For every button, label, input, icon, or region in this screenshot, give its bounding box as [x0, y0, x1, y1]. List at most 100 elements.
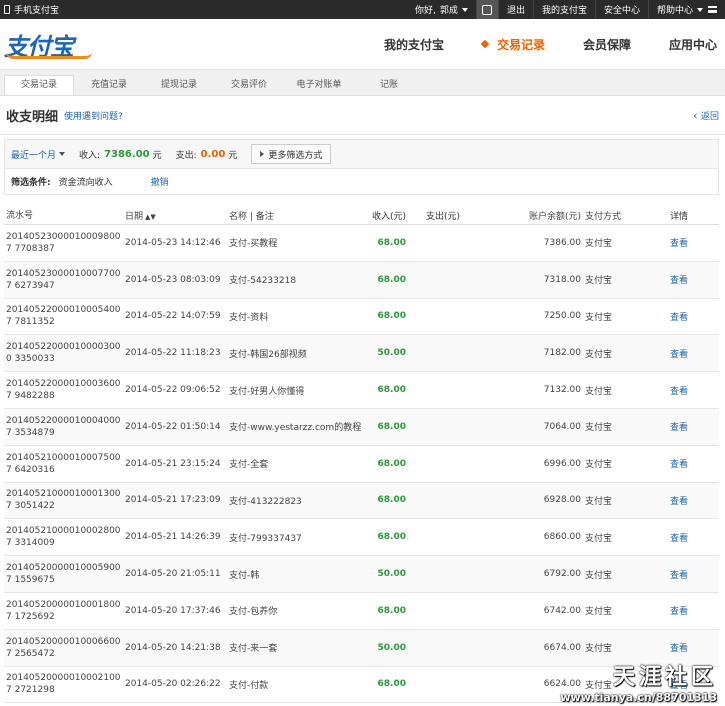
header-income: 收入(元) [371, 212, 406, 222]
back-link[interactable]: 返回 [693, 109, 719, 122]
transactions-table: 流水号 日期 ▲▼ 名称 | 备注 收入(元) 支出(元) 账户余额(元) 支付方… [4, 207, 719, 704]
help-center-label: 帮助中心 [656, 6, 693, 16]
cell-income: 68.00 [377, 421, 406, 432]
cell-date: 2014-05-23 14:12:46 [125, 237, 221, 248]
view-detail-link[interactable]: 查看 [670, 420, 688, 433]
cell-name: 支付-413222823 [229, 496, 302, 507]
view-detail-link[interactable]: 查看 [670, 641, 688, 654]
nav-transactions-label: 交易记录 [496, 37, 545, 52]
tab-bookkeeping[interactable]: 记账 [354, 76, 424, 95]
cell-income: 68.00 [377, 311, 406, 322]
cell-income: 50.00 [377, 569, 406, 580]
view-detail-link[interactable]: 查看 [670, 273, 688, 286]
cell-income: 68.00 [377, 605, 406, 616]
view-detail-link[interactable]: 查看 [670, 678, 688, 691]
user-menu[interactable]: 你好, 郭成 [407, 0, 476, 19]
view-detail-link[interactable]: 查看 [670, 604, 688, 617]
tab-withdraw-records[interactable]: 提现记录 [144, 76, 214, 95]
cancel-filter-link[interactable]: 撤销 [151, 175, 169, 188]
nav-transactions[interactable]: 交易记录 [480, 36, 545, 53]
help-link[interactable]: 使用遇到问题? [64, 109, 123, 122]
logout-link[interactable]: 退出 [497, 0, 533, 19]
table-row: 201405200000100066007 2565472 2014-05-20 … [4, 629, 719, 667]
cell-method: 支付宝 [585, 680, 613, 691]
aliwangwang-button[interactable] [475, 0, 498, 19]
cell-name: 支付-54233218 [229, 276, 297, 287]
view-detail-link[interactable]: 查看 [670, 236, 688, 249]
chevron-down-icon [59, 152, 66, 156]
security-center-link[interactable]: 安全中心 [594, 0, 648, 19]
cell-method: 支付宝 [585, 239, 613, 250]
cell-balance: 6624.00 [543, 679, 581, 690]
cell-method: 支付宝 [585, 423, 613, 434]
table-row: 201405220000100054007 7811352 2014-05-22 … [4, 299, 719, 336]
cell-method: 支付宝 [585, 312, 613, 323]
nav-my-alipay[interactable]: 我的支付宝 [384, 36, 444, 53]
table-row: 201405230000100098007 7708387 2014-05-23 … [4, 225, 719, 262]
cell-income: 68.00 [377, 385, 406, 396]
nav-app-center[interactable]: 应用中心 [669, 36, 717, 53]
chat-icon [482, 4, 493, 15]
cell-date: 2014-05-22 14:07:59 [125, 311, 221, 322]
income-total: 7386.00 [104, 148, 150, 160]
sub-nav: 交易记录 充值记录 提现记录 交易评价 电子对账单 记账 [0, 70, 725, 96]
table-row: 201405200000100018007 1725692 2014-05-20 … [4, 593, 719, 630]
cell-date: 2014-05-20 02:26:22 [125, 679, 221, 690]
help-center-menu[interactable]: 帮助中心 [647, 0, 725, 19]
header-date[interactable]: 日期 ▲▼ [125, 209, 156, 222]
cell-method: 支付宝 [585, 607, 613, 618]
cell-balance: 7318.00 [543, 274, 581, 285]
sort-icon: ▲▼ [145, 213, 156, 221]
tab-e-statement[interactable]: 电子对账单 [284, 76, 354, 95]
more-filters-label: 更多筛选方式 [268, 150, 323, 161]
cell-date: 2014-05-21 14:26:39 [125, 532, 221, 543]
period-dropdown[interactable]: 最近一个月 [11, 148, 66, 161]
cell-balance: 7386.00 [543, 237, 581, 248]
cell-balance: 6674.00 [543, 642, 581, 653]
tab-transaction-records[interactable]: 交易记录 [4, 75, 74, 95]
cell-serial: 201405210000100013007 3051422 [6, 489, 121, 512]
cell-income: 68.00 [377, 495, 406, 506]
cell-date: 2014-05-21 17:23:09 [125, 495, 221, 506]
header-expense: 支出(元) [426, 212, 461, 222]
cell-serial: 201405200000100059007 1559675 [6, 563, 121, 586]
cell-serial: 201405230000100098007 7708387 [6, 231, 121, 254]
condition-value: 资金流向收入 [58, 178, 113, 188]
more-filters-button[interactable]: 更多筛选方式 [251, 144, 332, 164]
cell-income: 68.00 [377, 237, 406, 248]
cell-income: 68.00 [377, 458, 406, 469]
cell-name: 支付-www.yestarzz.com的教程 [229, 423, 362, 434]
cell-income: 68.00 [377, 532, 406, 543]
expense-label: 支出: [175, 150, 197, 161]
cell-method: 支付宝 [585, 276, 613, 287]
logo-swoosh [6, 52, 92, 59]
table-row: 201405210000100075007 6420316 2014-05-21 … [4, 446, 719, 483]
cell-balance: 6928.00 [543, 495, 581, 506]
cell-income: 68.00 [377, 274, 406, 285]
tab-recharge-records[interactable]: 充值记录 [74, 76, 144, 95]
view-detail-link[interactable]: 查看 [670, 384, 688, 397]
header-serial: 流水号 [6, 210, 34, 221]
view-detail-link[interactable]: 查看 [670, 457, 688, 470]
alipay-logo[interactable]: 支付宝 [4, 27, 92, 62]
view-detail-link[interactable]: 查看 [670, 494, 688, 507]
view-detail-link[interactable]: 查看 [670, 531, 688, 544]
cell-serial: 201405200000100018007 1725692 [6, 599, 121, 622]
table-row: 201405210000100028007 3314009 2014-05-21 … [4, 519, 719, 557]
table-row: 201405230000100077007 6273947 2014-05-23 … [4, 261, 719, 299]
cell-method: 支付宝 [585, 386, 613, 397]
header-name: 名称 | 备注 [229, 212, 274, 222]
header-method: 支付方式 [585, 212, 622, 222]
view-detail-link[interactable]: 查看 [670, 310, 688, 323]
active-indicator-icon [480, 39, 490, 49]
header-detail: 详情 [670, 212, 689, 222]
view-detail-link[interactable]: 查看 [670, 568, 688, 581]
top-bar: 手机支付宝 你好, 郭成 退出 我的支付宝 安全中心 帮助中心 [0, 0, 725, 19]
tab-transaction-reviews[interactable]: 交易评价 [214, 76, 284, 95]
nav-member-protection[interactable]: 会员保障 [583, 36, 631, 53]
view-detail-link[interactable]: 查看 [670, 347, 688, 360]
cell-serial: 201405200000100021007 2721298 [6, 673, 121, 696]
cell-name: 支付-来一套 [229, 644, 278, 655]
my-alipay-link[interactable]: 我的支付宝 [532, 0, 595, 19]
mobile-alipay-link[interactable]: 手机支付宝 [0, 3, 59, 16]
